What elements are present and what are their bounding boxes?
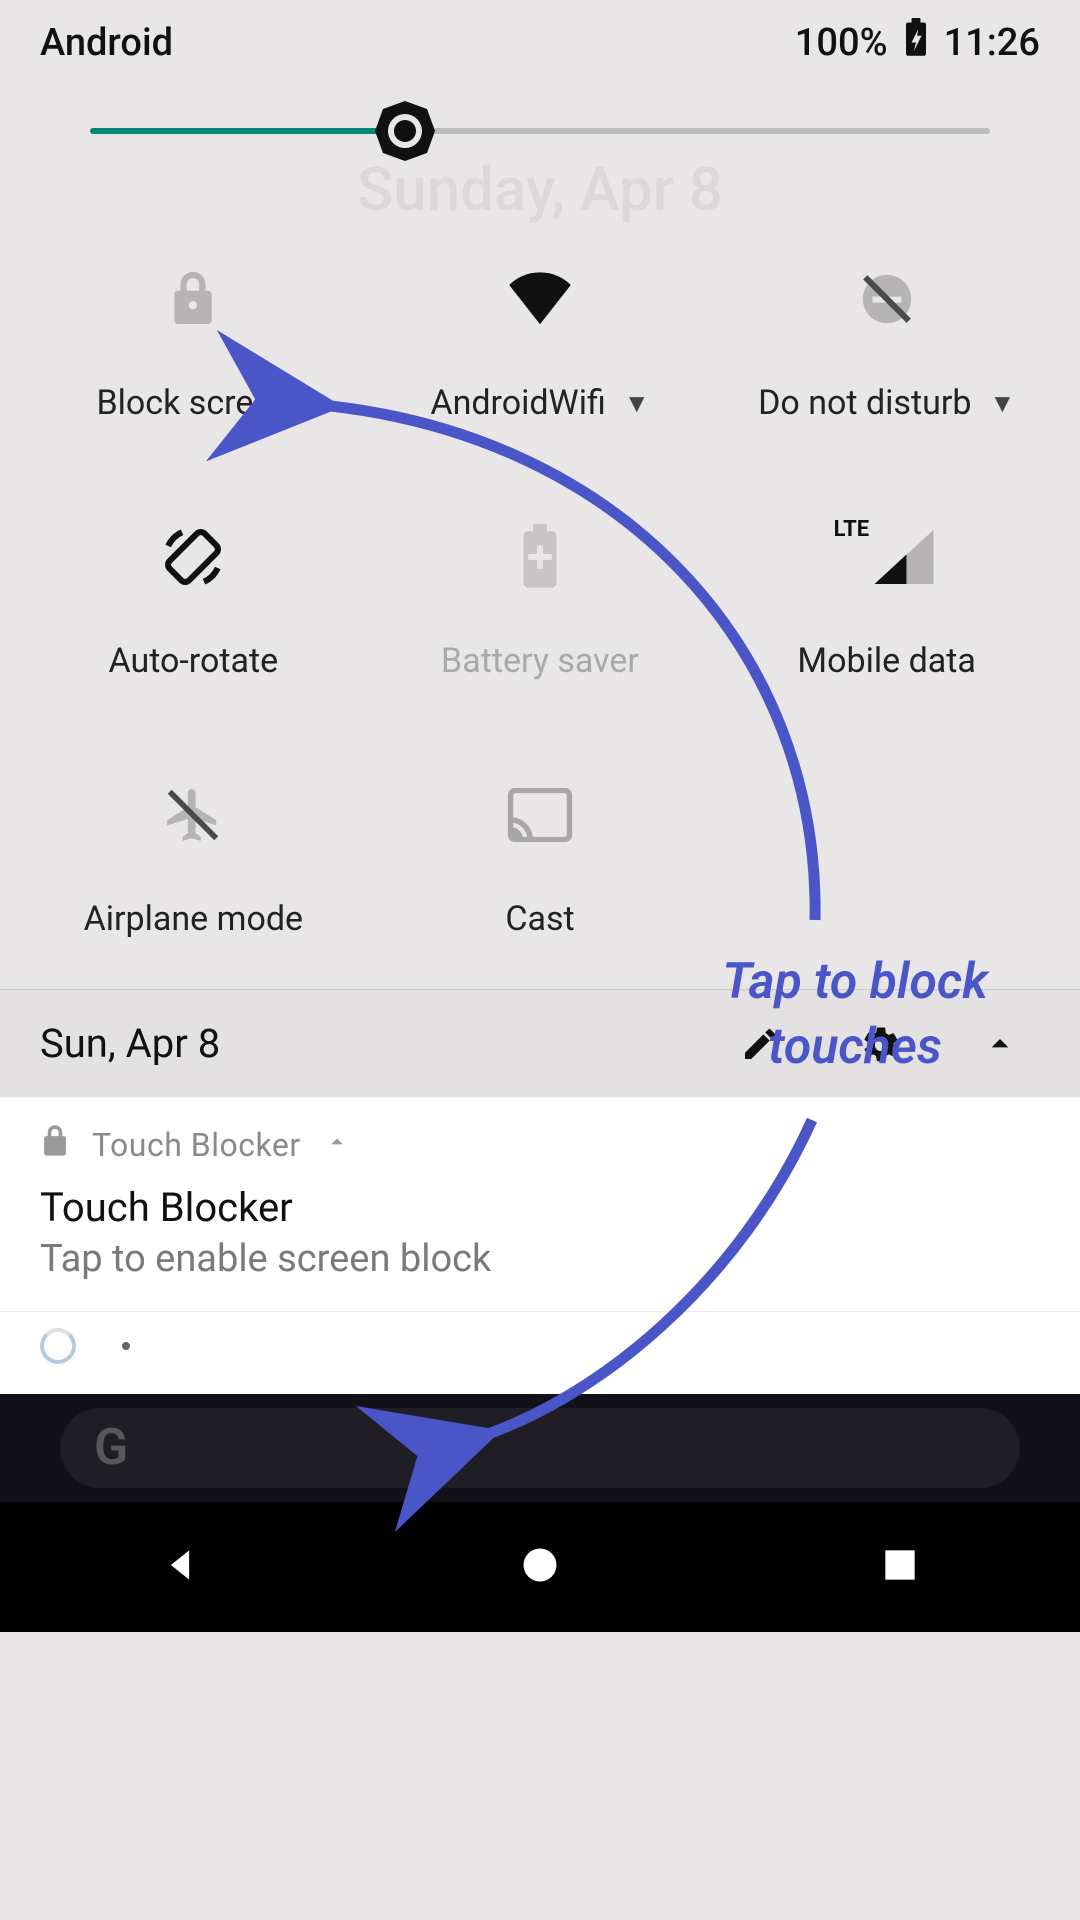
annotation-line2: touches (768, 1018, 942, 1076)
rotate-icon (160, 523, 226, 591)
tile-auto-rotate[interactable]: Auto-rotate (20, 523, 367, 681)
chevron-down-icon: ▼ (989, 388, 1015, 419)
notification-touch-blocker[interactable]: Touch Blocker Touch Blocker Tap to enabl… (0, 1097, 1080, 1394)
clock: 11:26 (944, 21, 1040, 65)
cast-icon (507, 781, 573, 849)
tile-text: Do not disturb (758, 383, 971, 423)
signal-lte-icon: LTE (840, 523, 934, 591)
navigation-bar (0, 1502, 1080, 1632)
status-bar: Android 100% 11:26 (0, 0, 1080, 68)
notification-secondary (40, 1312, 1040, 1364)
dnd-off-icon (858, 265, 916, 333)
nav-back-icon[interactable] (158, 1543, 202, 1591)
notification-subtitle: Tap to enable screen block (40, 1237, 1040, 1281)
tile-block-screen[interactable]: Block screen (20, 265, 367, 423)
wallpaper-date-ghost: Sunday, Apr 8 (0, 154, 1080, 225)
google-g-icon: G (94, 1419, 128, 1477)
tile-label[interactable]: AndroidWifi ▼ (430, 383, 649, 423)
brightness-slider[interactable] (0, 68, 1080, 164)
airplane-off-icon (162, 781, 224, 849)
annotation-line1: Tap to block (722, 953, 988, 1011)
quick-settings-grid: Block screen AndroidWifi ▼ Do not distur… (0, 225, 1080, 989)
carrier-label: Android (40, 21, 173, 65)
spinner-icon (40, 1328, 76, 1364)
battery-percent: 100% (795, 21, 888, 65)
tile-dnd[interactable]: Do not disturb ▼ (713, 265, 1060, 423)
tile-cast[interactable]: Cast (367, 781, 714, 939)
tile-mobile-data[interactable]: LTE Mobile data (713, 523, 1060, 681)
tile-label[interactable]: Do not disturb ▼ (758, 383, 1015, 423)
tile-label: Battery saver (441, 641, 639, 681)
home-search-strip: G (0, 1394, 1080, 1502)
lock-icon (40, 1124, 70, 1166)
notification-header: Touch Blocker (40, 1124, 1040, 1166)
tile-airplane[interactable]: Airplane mode (20, 781, 367, 939)
notification-title: Touch Blocker (40, 1184, 1040, 1231)
tile-text: AndroidWifi (430, 383, 605, 423)
wifi-icon (504, 265, 576, 333)
tile-label: Block screen (96, 383, 290, 423)
shade-date[interactable]: Sun, Apr 8 (40, 1020, 740, 1067)
tile-label: Cast (505, 899, 574, 939)
tile-battery-saver[interactable]: Battery saver (367, 523, 714, 681)
nav-home-icon[interactable] (518, 1543, 562, 1591)
google-search-pill[interactable]: G (60, 1408, 1020, 1488)
tile-wifi[interactable]: AndroidWifi ▼ (367, 265, 714, 423)
tile-label: Auto-rotate (108, 641, 278, 681)
tile-label: Mobile data (797, 641, 975, 681)
notification-app-name: Touch Blocker (92, 1126, 301, 1164)
slider-fill (90, 128, 405, 134)
status-right: 100% 11:26 (795, 18, 1040, 68)
tile-label: Airplane mode (84, 899, 303, 939)
nav-recents-icon[interactable] (878, 1543, 922, 1591)
annotation-text: Tap to block touches (700, 950, 1010, 1080)
chevron-up-icon[interactable] (323, 1126, 351, 1164)
lock-icon (168, 265, 218, 333)
dot-icon (122, 1342, 130, 1350)
chevron-down-icon: ▼ (624, 388, 650, 419)
battery-icon (902, 18, 930, 68)
battery-plus-icon (520, 523, 560, 591)
brightness-thumb-icon[interactable] (373, 99, 437, 163)
slider-track (90, 128, 990, 134)
